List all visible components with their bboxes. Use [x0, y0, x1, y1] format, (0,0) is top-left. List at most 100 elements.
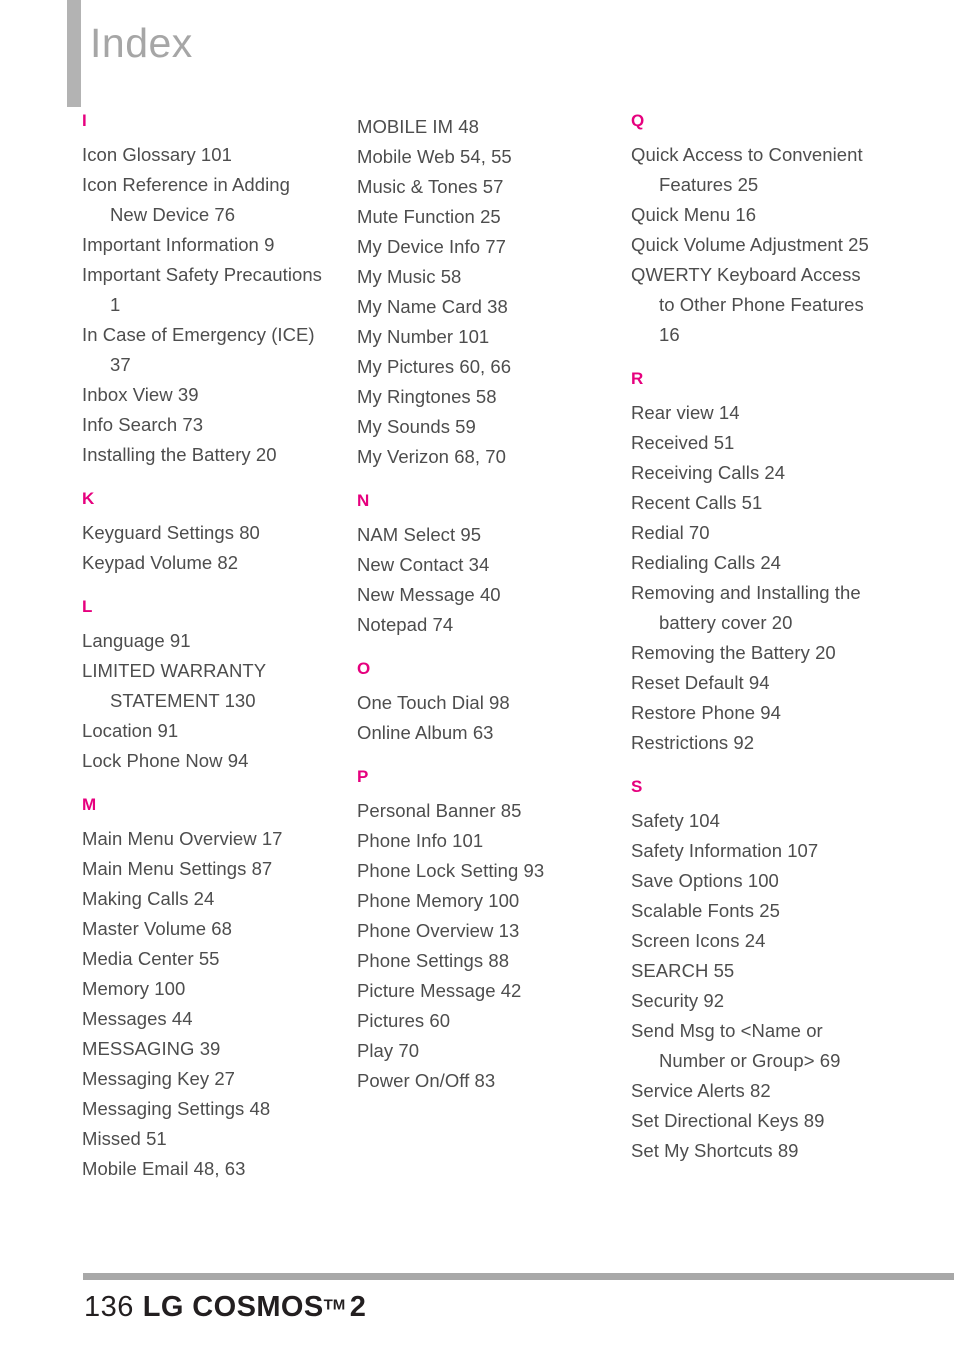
index-entry[interactable]: Personal Banner 85 — [357, 796, 607, 826]
index-entry[interactable]: Messaging Key 27 — [82, 1064, 332, 1094]
index-entry[interactable]: Info Search 73 — [82, 410, 332, 440]
header-accent-bar — [67, 0, 81, 107]
index-section-p: P Personal Banner 85 Phone Info 101 Phone L… — [357, 768, 607, 1096]
index-entry[interactable]: New Message 40 — [357, 580, 607, 610]
index-entry[interactable]: Safety 104 — [631, 806, 881, 836]
index-entry[interactable]: Memory 100 — [82, 974, 332, 1004]
entry-list: Rear view 14 Received 51 Receiving Calls 2… — [631, 398, 881, 758]
index-section-s: S Safety 104 Safety Information 107 Save Op… — [631, 778, 881, 1166]
index-entry[interactable]: In Case of Emergency (ICE) 37 — [82, 320, 332, 380]
index-entry[interactable]: NAM Select 95 — [357, 520, 607, 550]
index-entry[interactable]: Master Volume 68 — [82, 914, 332, 944]
index-entry[interactable]: Phone Overview 13 — [357, 916, 607, 946]
index-entry[interactable]: My Verizon 68, 70 — [357, 442, 607, 472]
index-entry[interactable]: Missed 51 — [82, 1124, 332, 1154]
index-entry[interactable]: Set My Shortcuts 89 — [631, 1136, 881, 1166]
index-entry[interactable]: Mobile Email 48, 63 — [82, 1154, 332, 1184]
index-entry[interactable]: Rear view 14 — [631, 398, 881, 428]
index-entry[interactable]: Restore Phone 94 — [631, 698, 881, 728]
index-entry[interactable]: Quick Menu 16 — [631, 200, 881, 230]
index-entry[interactable]: Power On/Off 83 — [357, 1066, 607, 1096]
page-number: 136 — [84, 1291, 134, 1323]
index-entry[interactable]: Redialing Calls 24 — [631, 548, 881, 578]
index-entry[interactable]: Online Album 63 — [357, 718, 607, 748]
entry-list: Keyguard Settings 80 Keypad Volume 82 — [82, 518, 332, 578]
index-entry[interactable]: New Contact 34 — [357, 550, 607, 580]
index-entry[interactable]: Phone Settings 88 — [357, 946, 607, 976]
index-entry[interactable]: Notepad 74 — [357, 610, 607, 640]
index-entry[interactable]: SEARCH 55 — [631, 956, 881, 986]
index-entry[interactable]: Quick Access to Convenient Features 25 — [631, 140, 881, 200]
index-entry[interactable]: Send Msg to <Name or Number or Group> 69 — [631, 1016, 881, 1076]
index-entry[interactable]: Main Menu Overview 17 — [82, 824, 332, 854]
index-entry[interactable]: Icon Reference in Adding New Device 76 — [82, 170, 332, 230]
index-entry[interactable]: Phone Lock Setting 93 — [357, 856, 607, 886]
index-entry[interactable]: Phone Info 101 — [357, 826, 607, 856]
entry-list: One Touch Dial 98 Online Album 63 — [357, 688, 607, 748]
section-letter-s: S — [631, 777, 643, 796]
index-entry[interactable]: Set Directional Keys 89 — [631, 1106, 881, 1136]
index-entry[interactable]: Recent Calls 51 — [631, 488, 881, 518]
index-entry[interactable]: My Music 58 — [357, 262, 607, 292]
index-entry[interactable]: Important Safety Precautions 1 — [82, 260, 332, 320]
index-entry[interactable]: My Device Info 77 — [357, 232, 607, 262]
index-entry[interactable]: Important Information 9 — [82, 230, 332, 260]
index-entry[interactable]: Removing and Installing the battery cove… — [631, 578, 881, 638]
index-entry[interactable]: Language 91 — [82, 626, 332, 656]
index-entry[interactable]: Receiving Calls 24 — [631, 458, 881, 488]
index-entry[interactable]: Received 51 — [631, 428, 881, 458]
index-entry[interactable]: Reset Default 94 — [631, 668, 881, 698]
index-entry[interactable]: Messaging Settings 48 — [82, 1094, 332, 1124]
index-entry[interactable]: Security 92 — [631, 986, 881, 1016]
index-entry[interactable]: Lock Phone Now 94 — [82, 746, 332, 776]
index-entry[interactable]: Inbox View 39 — [82, 380, 332, 410]
index-entry[interactable]: My Sounds 59 — [357, 412, 607, 442]
page-header: Index — [0, 0, 954, 110]
entry-list: Icon Glossary 101 Icon Reference in Addin… — [82, 140, 332, 470]
index-entry[interactable]: Mute Function 25 — [357, 202, 607, 232]
index-entry[interactable]: My Name Card 38 — [357, 292, 607, 322]
index-entry[interactable]: My Pictures 60, 66 — [357, 352, 607, 382]
index-entry[interactable]: Picture Message 42 — [357, 976, 607, 1006]
index-entry[interactable]: Icon Glossary 101 — [82, 140, 332, 170]
index-entry[interactable]: My Number 101 — [357, 322, 607, 352]
index-entry[interactable]: My Ringtones 58 — [357, 382, 607, 412]
index-entry[interactable]: Safety Information 107 — [631, 836, 881, 866]
index-entry[interactable]: Phone Memory 100 — [357, 886, 607, 916]
index-entry[interactable]: Play 70 — [357, 1036, 607, 1066]
index-entry[interactable]: Keyguard Settings 80 — [82, 518, 332, 548]
index-entry[interactable]: Redial 70 — [631, 518, 881, 548]
brand-name: LG COSMOS — [142, 1291, 324, 1323]
index-entry[interactable]: Media Center 55 — [82, 944, 332, 974]
index-entry[interactable]: Making Calls 24 — [82, 884, 332, 914]
index-column-1: I Icon Glossary 101 Icon Reference in Addi… — [82, 112, 332, 1184]
index-entry[interactable]: One Touch Dial 98 — [357, 688, 607, 718]
index-entry[interactable]: Save Options 100 — [631, 866, 881, 896]
entry-list: MOBILE IM 48 Mobile Web 54, 55 Music & Ton… — [357, 112, 607, 472]
index-content: I Icon Glossary 101 Icon Reference in Addi… — [0, 112, 954, 1252]
index-section-r: R Rear view 14 Received 51 Receiving Calls … — [631, 370, 881, 758]
index-entry[interactable]: Location 91 — [82, 716, 332, 746]
index-entry[interactable]: Removing the Battery 20 — [631, 638, 881, 668]
index-entry[interactable]: Service Alerts 82 — [631, 1076, 881, 1106]
index-entry[interactable]: Scalable Fonts 25 — [631, 896, 881, 926]
index-entry[interactable]: Restrictions 92 — [631, 728, 881, 758]
section-letter-r: R — [631, 369, 644, 388]
index-entry[interactable]: Messages 44 — [82, 1004, 332, 1034]
index-entry[interactable]: MESSAGING 39 — [82, 1034, 332, 1064]
index-entry[interactable]: Music & Tones 57 — [357, 172, 607, 202]
index-entry[interactable]: Quick Volume Adjustment 25 — [631, 230, 881, 260]
index-entry[interactable]: Mobile Web 54, 55 — [357, 142, 607, 172]
index-entry[interactable]: Screen Icons 24 — [631, 926, 881, 956]
index-entry[interactable]: MOBILE IM 48 — [357, 112, 607, 142]
section-letter-p: P — [357, 767, 369, 786]
index-entry[interactable]: LIMITED WARRANTY STATEMENT 130 — [82, 656, 332, 716]
index-entry[interactable]: Keypad Volume 82 — [82, 548, 332, 578]
index-entry[interactable]: Installing the Battery 20 — [82, 440, 332, 470]
index-entry[interactable]: Main Menu Settings 87 — [82, 854, 332, 884]
index-section-k: K Keyguard Settings 80 Keypad Volume 82 — [82, 490, 332, 578]
section-letter-i: I — [82, 111, 87, 130]
footer-spacer — [134, 1303, 143, 1320]
index-entry[interactable]: QWERTY Keyboard Access to Other Phone Fe… — [631, 260, 881, 350]
index-entry[interactable]: Pictures 60 — [357, 1006, 607, 1036]
